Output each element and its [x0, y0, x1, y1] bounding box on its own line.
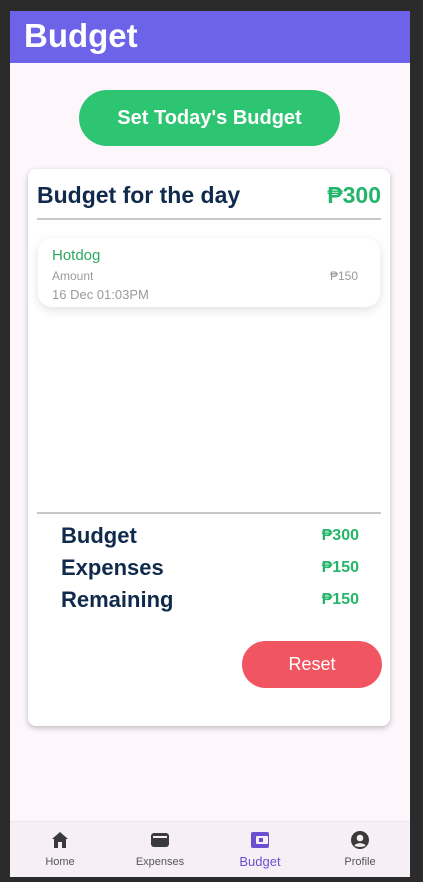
nav-label-expenses: Expenses	[135, 856, 185, 868]
budget-card-amount: ₱300	[327, 182, 381, 208]
summary-value: ₱300	[321, 527, 359, 544]
expense-name: Hotdog	[52, 247, 101, 264]
summary-row-expenses: Expenses ₱150	[61, 555, 359, 585]
nav-item-budget[interactable]: Budget	[210, 822, 310, 877]
budget-wallet-icon	[251, 832, 269, 848]
wallet-icon	[151, 833, 169, 847]
summary-label: Budget	[61, 523, 137, 548]
nav-label-home: Home	[45, 856, 75, 868]
nav-item-expenses[interactable]: Expenses	[110, 822, 210, 877]
summary-row-budget: Budget ₱300	[61, 523, 359, 553]
bottom-navigation: Home Expenses Budget Profile	[10, 821, 410, 877]
expense-amount-label: Amount	[52, 269, 94, 283]
divider	[37, 218, 381, 220]
reset-button[interactable]: Reset	[242, 641, 382, 688]
nav-label-profile: Profile	[344, 856, 376, 868]
set-todays-budget-button[interactable]: Set Today's Budget	[79, 90, 340, 146]
app-bar: Budget	[10, 11, 410, 63]
summary-label: Expenses	[61, 555, 164, 580]
nav-item-profile[interactable]: Profile	[310, 822, 410, 877]
budget-card: Budget for the day ₱300 Hotdog Amount ₱1…	[28, 169, 390, 726]
nav-label-budget: Budget	[239, 854, 281, 869]
nav-item-home[interactable]: Home	[10, 822, 110, 877]
expense-date: 16 Dec 01:03PM	[52, 287, 149, 302]
page-title: Budget	[24, 17, 138, 54]
profile-icon	[351, 831, 369, 849]
expense-list-item[interactable]: Hotdog Amount ₱150 16 Dec 01:03PM	[38, 238, 380, 307]
summary-label: Remaining	[61, 587, 174, 612]
summary-value: ₱150	[321, 559, 359, 576]
summary-value: ₱150	[321, 591, 359, 608]
expense-amount: ₱150	[329, 269, 358, 283]
summary-row-remaining: Remaining ₱150	[61, 587, 359, 617]
divider	[37, 512, 381, 514]
home-icon	[52, 832, 68, 848]
phone-screen: Budget Set Today's Budget Budget for the…	[10, 11, 410, 877]
budget-card-title: Budget for the day	[37, 182, 241, 208]
